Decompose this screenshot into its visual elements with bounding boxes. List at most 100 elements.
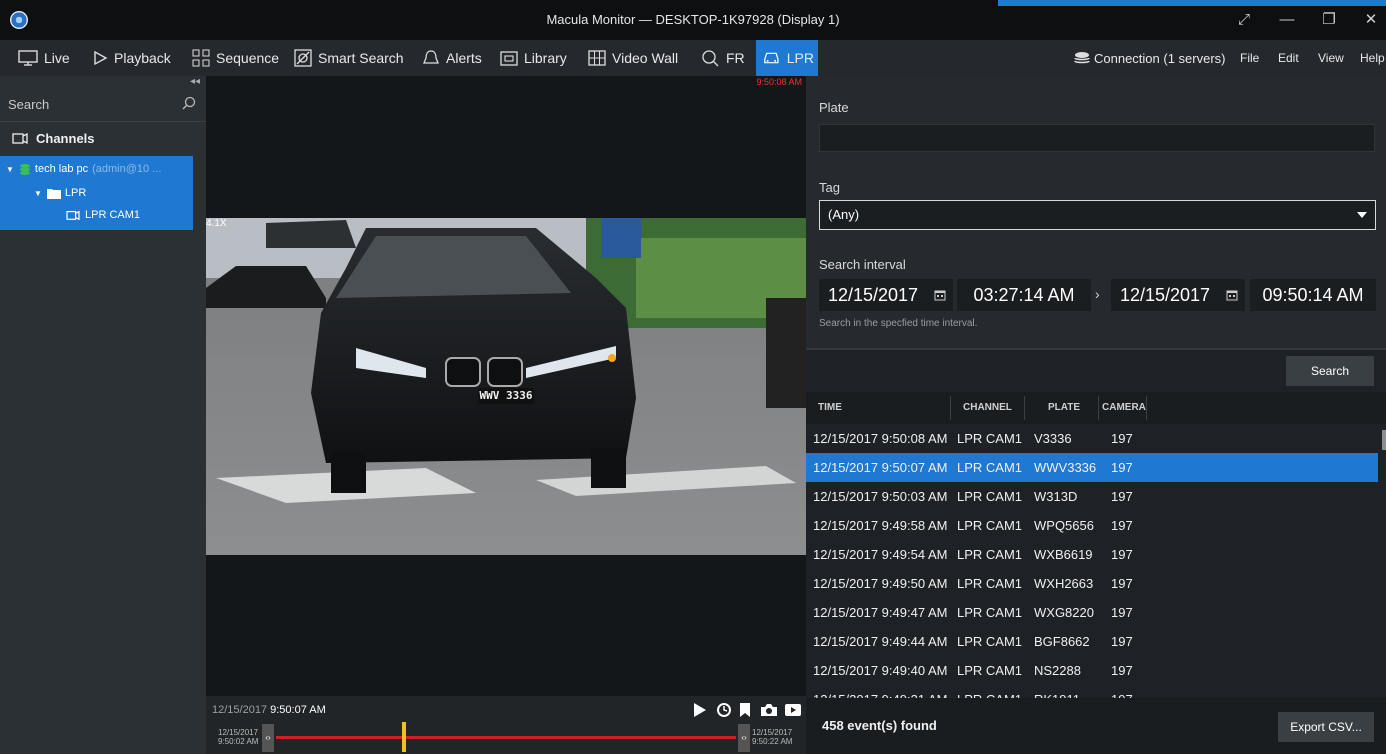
table-row[interactable]: 12/15/2017 9:50:07 AM LPR CAM1 WWV3336 197 — [806, 453, 1378, 482]
to-calendar-icon[interactable] — [1219, 279, 1245, 311]
nav-alerts[interactable]: Alerts — [418, 40, 486, 76]
tree-server-node[interactable]: ▼ tech lab pc (admin@10 ... — [6, 158, 161, 180]
column-plate[interactable]: PLATE — [1048, 392, 1080, 424]
restore-window-button[interactable]: ⤢ — [1233, 10, 1255, 30]
channels-header: Channels — [0, 122, 206, 154]
expand-caret-icon: ▼ — [6, 164, 14, 174]
cell-camera: 197 — [1111, 663, 1133, 678]
timeline-start-date: 12/15/2017 — [218, 728, 259, 737]
table-row[interactable]: 12/15/2017 9:49:40 AM LPR CAM1 NS2288 197 — [806, 656, 1378, 685]
column-divider[interactable] — [950, 396, 951, 420]
channel-search-input[interactable]: Search — [0, 88, 206, 122]
cell-channel: LPR CAM1 — [957, 576, 1023, 591]
play-icon[interactable] — [692, 700, 708, 720]
search-icon[interactable] — [182, 96, 196, 110]
timeline-start-time: 9:50:02 AM — [218, 737, 259, 746]
window-title: Macula Monitor — DESKTOP-1K97928 (Displa… — [546, 12, 840, 27]
to-time-input[interactable]: 09:50:14 AM — [1250, 279, 1376, 311]
cell-camera: 197 — [1111, 634, 1133, 649]
table-row[interactable]: 12/15/2017 9:50:08 AM LPR CAM1 V3336 197 — [806, 424, 1378, 453]
timeline-track[interactable] — [276, 736, 736, 739]
cell-camera: 197 — [1111, 460, 1133, 475]
cell-camera: 197 — [1111, 605, 1133, 620]
menu-help[interactable]: Help — [1360, 40, 1385, 76]
table-row[interactable]: 12/15/2017 9:49:58 AM LPR CAM1 WPQ5656 197 — [806, 511, 1378, 540]
cell-plate: WXB6619 — [1034, 547, 1093, 562]
search-interval-label: Search interval — [819, 257, 906, 272]
channel-search-placeholder: Search — [8, 97, 50, 112]
from-calendar-icon[interactable] — [927, 279, 953, 311]
events-found-count: 458 event(s) found — [822, 718, 937, 733]
minimize-button[interactable]: — — [1276, 10, 1298, 30]
from-time-input[interactable]: 03:27:14 AM — [957, 279, 1091, 311]
cell-plate: WPQ5656 — [1034, 518, 1094, 533]
table-row[interactable]: 12/15/2017 9:49:44 AM LPR CAM1 BGF8662 197 — [806, 627, 1378, 656]
zoom-level-label: 4.1X — [206, 218, 227, 229]
nav-live[interactable]: Live — [14, 40, 74, 76]
nav-sequence[interactable]: Sequence — [188, 40, 283, 76]
nav-alerts-label: Alerts — [446, 50, 482, 66]
menu-file[interactable]: File — [1240, 40, 1259, 76]
snapshot-camera-icon[interactable] — [760, 700, 778, 720]
table-row[interactable]: 12/15/2017 9:49:54 AM LPR CAM1 WXB6619 197 — [806, 540, 1378, 569]
column-divider[interactable] — [1098, 396, 1099, 420]
expand-caret-icon: ▼ — [34, 188, 42, 198]
tag-select[interactable]: (Any) — [819, 200, 1376, 230]
from-date-input[interactable]: 12/15/2017 — [819, 279, 927, 311]
to-date-input[interactable]: 12/15/2017 — [1111, 279, 1219, 311]
timeline-right-handle[interactable]: ‹› — [738, 724, 750, 752]
plate-input[interactable] — [819, 124, 1375, 152]
nav-video-wall[interactable]: Video Wall — [584, 40, 682, 76]
cell-camera: 197 — [1111, 518, 1133, 533]
nav-sequence-label: Sequence — [216, 50, 280, 66]
cell-time: 12/15/2017 9:50:03 AM — [813, 489, 948, 504]
close-button[interactable]: ✕ — [1360, 10, 1382, 30]
nav-fr[interactable]: FR — [696, 40, 749, 76]
search-button-bar: Search — [806, 348, 1386, 392]
search-button[interactable]: Search — [1286, 356, 1374, 386]
collapse-sidebar-button[interactable]: ◂◂ — [190, 76, 200, 87]
column-camera[interactable]: CAMERA — [1102, 392, 1146, 424]
video-frame[interactable]: WWV 3336 — [206, 218, 806, 555]
menu-edit[interactable]: Edit — [1278, 40, 1299, 76]
connection-menu[interactable]: Connection (1 servers) — [1074, 40, 1226, 76]
maximize-button[interactable]: ❐ — [1318, 10, 1340, 30]
cell-plate: WXG8220 — [1034, 605, 1094, 620]
timeline-current-datetime: 12/15/2017 9:50:07 AM — [212, 704, 326, 716]
column-channel[interactable]: CHANNEL — [963, 392, 1012, 424]
timeline-playhead[interactable] — [402, 722, 406, 752]
timeline-left-handle[interactable]: ‹› — [262, 724, 274, 752]
video-timestamp: 9:50:08 AM — [756, 77, 802, 87]
servers-stack-icon — [1074, 52, 1090, 64]
bookmark-icon[interactable] — [738, 700, 752, 720]
results-scrollbar[interactable] — [1382, 430, 1386, 450]
nav-lpr[interactable]: LPR — [756, 40, 818, 76]
menu-view[interactable]: View — [1318, 40, 1344, 76]
nav-library[interactable]: Library — [496, 40, 571, 76]
tree-camera-lpr-cam1[interactable]: LPR CAM1 — [66, 204, 140, 226]
library-folder-icon — [500, 51, 518, 66]
column-divider[interactable] — [1146, 396, 1147, 420]
table-row[interactable]: 12/15/2017 9:49:50 AM LPR CAM1 WXH2663 197 — [806, 569, 1378, 598]
table-row[interactable]: 12/15/2017 9:49:31 AMLPR CAM1RK1911197 — [806, 685, 1378, 698]
bell-icon — [423, 50, 439, 64]
cell-time: 12/15/2017 9:49:50 AM — [813, 576, 948, 591]
sequence-grid-icon — [192, 49, 210, 67]
table-row[interactable]: 12/15/2017 9:50:03 AM LPR CAM1 W313D 197 — [806, 482, 1378, 511]
export-csv-button[interactable]: Export CSV... — [1278, 712, 1374, 742]
lpr-search-panel: Plate Tag (Any) Search interval 12/15/20… — [806, 76, 1386, 754]
cell-time: 12/15/2017 9:49:54 AM — [813, 547, 948, 562]
export-clip-icon[interactable] — [784, 700, 802, 720]
tree-folder-lpr[interactable]: ▼ LPR — [34, 182, 86, 204]
cell-channel: LPR CAM1 — [957, 431, 1023, 446]
column-time[interactable]: TIME — [818, 392, 842, 424]
video-wall-grid-icon — [588, 50, 606, 66]
channels-sidebar: ◂◂ Search Channels ▼ tech lab pc (admin@… — [0, 76, 206, 754]
nav-playback[interactable]: Playback — [88, 40, 175, 76]
clock-icon[interactable] — [716, 700, 732, 720]
column-divider[interactable] — [1024, 396, 1025, 420]
monitor-icon — [18, 50, 38, 66]
nav-library-label: Library — [524, 50, 567, 66]
nav-smart-search[interactable]: Smart Search — [290, 40, 408, 76]
table-row[interactable]: 12/15/2017 9:49:47 AM LPR CAM1 WXG8220 197 — [806, 598, 1378, 627]
